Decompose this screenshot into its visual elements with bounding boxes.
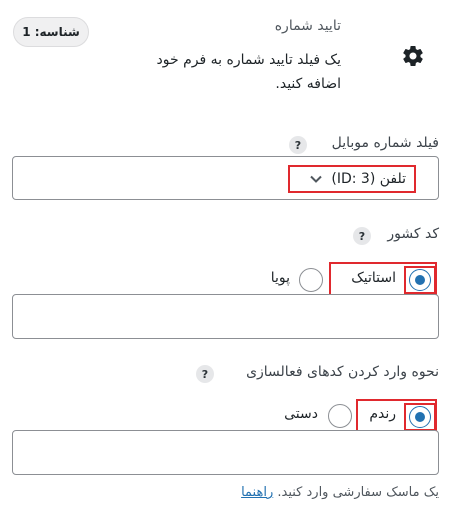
country-code-input[interactable] (12, 294, 439, 339)
mobile-field-selected[interactable]: تلفن (ID: 3) (288, 165, 416, 193)
activation-manual-label[interactable]: دستی (284, 406, 318, 422)
activation-random-radio[interactable] (409, 406, 431, 428)
radio-dot (415, 275, 425, 285)
mask-hint: یک ماسک سفارشی وارد کنید. راهنما (241, 485, 439, 500)
country-code-static-radio[interactable] (409, 269, 431, 291)
activation-method-help-icon[interactable]: ? (196, 365, 214, 383)
mask-hint-text: یک ماسک سفارشی وارد کنید. (277, 485, 439, 500)
field-description: یک فیلد تایید شماره به فرم خود اضافه کنی… (156, 52, 341, 92)
country-code-static-label[interactable]: استاتیک (351, 270, 396, 286)
activation-random-label[interactable]: رندم (369, 406, 396, 422)
mobile-field-label: فیلد شماره موبایل (331, 135, 439, 151)
country-code-dynamic-label[interactable]: پویا (271, 270, 290, 286)
id-badge: شناسه: 1 (13, 17, 89, 47)
activation-manual-radio[interactable] (328, 404, 352, 428)
mobile-field-selected-value: تلفن (ID: 3) (331, 171, 406, 187)
country-code-label: کد کشور (387, 226, 439, 242)
mobile-field-help-icon[interactable]: ? (289, 136, 307, 154)
gear-icon[interactable] (401, 44, 425, 68)
activation-method-label: نحوه وارد کردن کدهای فعالسازی (246, 364, 439, 380)
field-title: تایید شماره (274, 18, 341, 34)
chevron-down-icon (310, 175, 323, 183)
country-code-dynamic-radio[interactable] (299, 268, 323, 292)
radio-dot (415, 412, 425, 422)
mobile-field-select[interactable]: تلفن (ID: 3) (12, 156, 439, 200)
country-code-help-icon[interactable]: ? (353, 227, 371, 245)
activation-mask-input[interactable] (12, 430, 439, 475)
id-badge-label: شناسه: 1 (22, 25, 80, 39)
guide-link[interactable]: راهنما (241, 485, 273, 500)
